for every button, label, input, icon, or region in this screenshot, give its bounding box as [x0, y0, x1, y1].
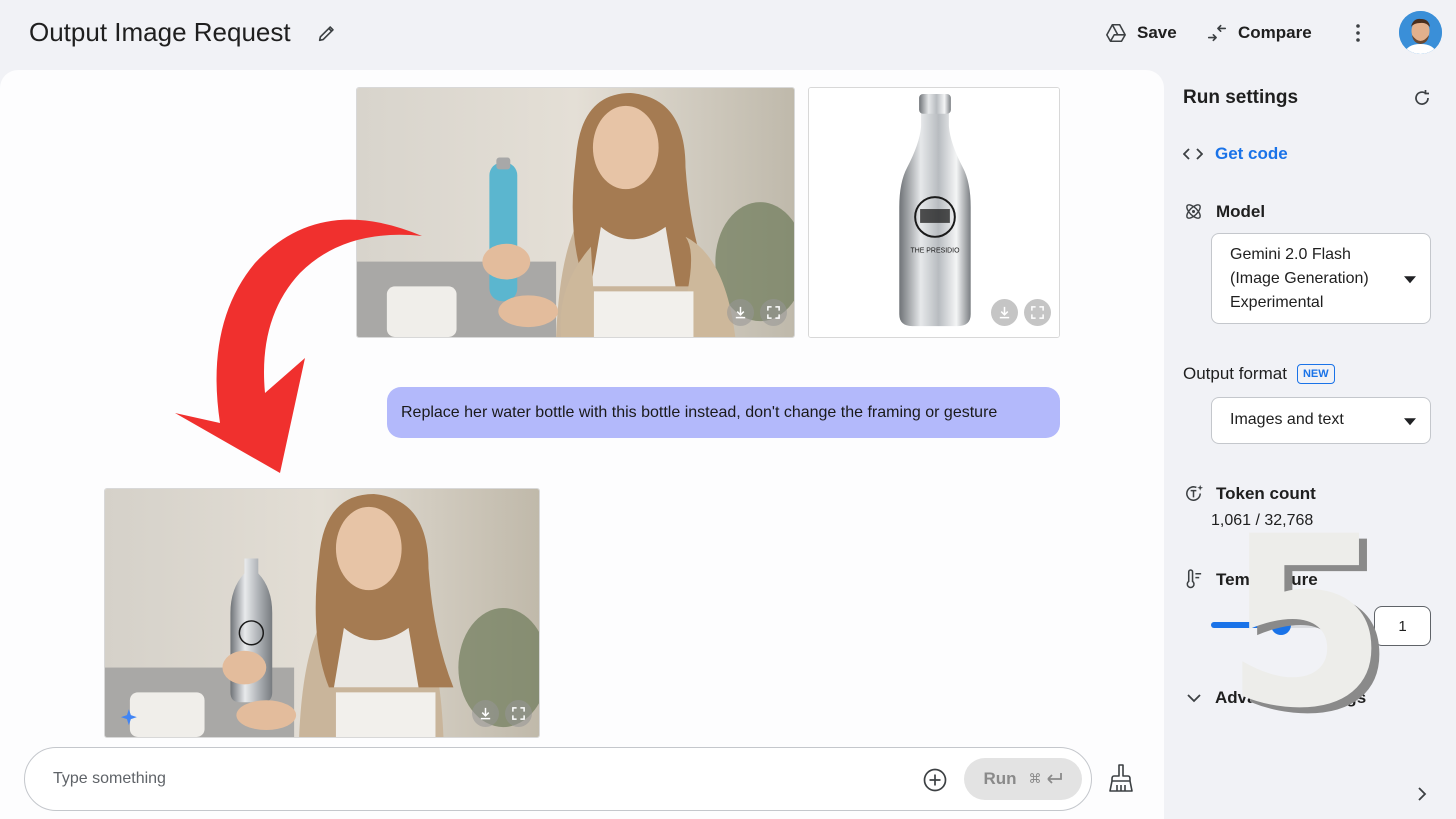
- dropdown-caret-icon: [1404, 275, 1416, 283]
- thermometer-icon: [1186, 569, 1202, 589]
- fullscreen-button[interactable]: [1024, 299, 1051, 326]
- compare-label: Compare: [1238, 23, 1312, 42]
- download-button[interactable]: [991, 299, 1018, 326]
- top-bar: Output Image Request Save Compare: [0, 0, 1456, 68]
- download-icon: [735, 306, 746, 319]
- temperature-input[interactable]: 1: [1374, 606, 1431, 646]
- drive-icon: [1106, 23, 1126, 43]
- prompt-input-bar: Run ⌘: [24, 747, 1092, 811]
- download-button[interactable]: [472, 700, 499, 727]
- svg-text:5: 5: [1240, 520, 1380, 730]
- run-button[interactable]: Run ⌘: [964, 758, 1082, 800]
- user-message: Replace her water bottle with this bottl…: [387, 387, 1060, 438]
- chevron-down-icon: [1187, 694, 1201, 703]
- run-settings-title: Run settings: [1183, 87, 1299, 108]
- chat-panel: THE PRESIDIO Replace her water bottle wi…: [0, 70, 1164, 819]
- output-format-value: Images and text: [1230, 411, 1344, 428]
- output-format-select[interactable]: Images and text: [1211, 397, 1431, 444]
- output-format-label: Output format NEW: [1183, 364, 1335, 384]
- model-select[interactable]: Gemini 2.0 Flash (Image Generation) Expe…: [1211, 233, 1431, 324]
- dropdown-caret-icon: [1404, 417, 1416, 425]
- uploaded-image-bottle[interactable]: THE PRESIDIO: [808, 87, 1060, 338]
- fullscreen-icon: [1031, 306, 1044, 319]
- steel-bottle-icon: THE PRESIDIO: [809, 88, 1059, 337]
- model-label: Model: [1183, 201, 1265, 222]
- token-count-label: Token count: [1183, 483, 1316, 504]
- new-badge: NEW: [1296, 364, 1335, 384]
- model-line-1: Gemini 2.0 Flash: [1230, 246, 1351, 263]
- fullscreen-button[interactable]: [760, 299, 787, 326]
- fullscreen-button[interactable]: [505, 700, 532, 727]
- download-icon: [480, 707, 491, 720]
- model-line-3: Experimental: [1230, 294, 1324, 311]
- generated-photo-icon: [105, 489, 539, 737]
- token-icon: [1186, 484, 1204, 501]
- refresh-icon[interactable]: [1412, 88, 1432, 108]
- broom-icon[interactable]: [1108, 763, 1134, 793]
- get-code-link[interactable]: Get code: [1183, 144, 1288, 164]
- more-vert-icon[interactable]: [1348, 22, 1368, 44]
- avatar[interactable]: [1399, 11, 1442, 54]
- compare-button[interactable]: Compare: [1206, 18, 1312, 48]
- save-label: Save: [1137, 23, 1177, 42]
- generated-image[interactable]: [104, 488, 540, 738]
- number-five-overlay: 5 5: [1240, 520, 1380, 730]
- download-icon: [999, 306, 1010, 319]
- run-shortcut: ⌘: [1029, 771, 1063, 787]
- fullscreen-icon: [767, 306, 780, 319]
- fullscreen-icon: [512, 707, 525, 720]
- model-line-2: (Image Generation): [1230, 270, 1369, 287]
- page-title: Output Image Request: [29, 17, 291, 47]
- chevron-right-icon[interactable]: [1416, 786, 1428, 802]
- code-icon: [1183, 148, 1203, 160]
- download-button[interactable]: [727, 299, 754, 326]
- enter-key-icon: [1046, 773, 1062, 784]
- add-circle-icon[interactable]: [922, 767, 948, 793]
- run-label: Run: [983, 769, 1017, 788]
- model-spark-icon: [1186, 204, 1201, 219]
- pencil-icon[interactable]: [316, 22, 338, 44]
- compare-arrows-icon: [1207, 24, 1227, 42]
- save-button[interactable]: Save: [1105, 18, 1177, 48]
- get-code-label: Get code: [1215, 144, 1288, 163]
- curved-arrow-icon: [175, 219, 422, 473]
- prompt-input[interactable]: [53, 767, 913, 791]
- bottle-brand-text: THE PRESIDIO: [911, 248, 961, 255]
- command-key-glyph: ⌘: [1028, 771, 1042, 786]
